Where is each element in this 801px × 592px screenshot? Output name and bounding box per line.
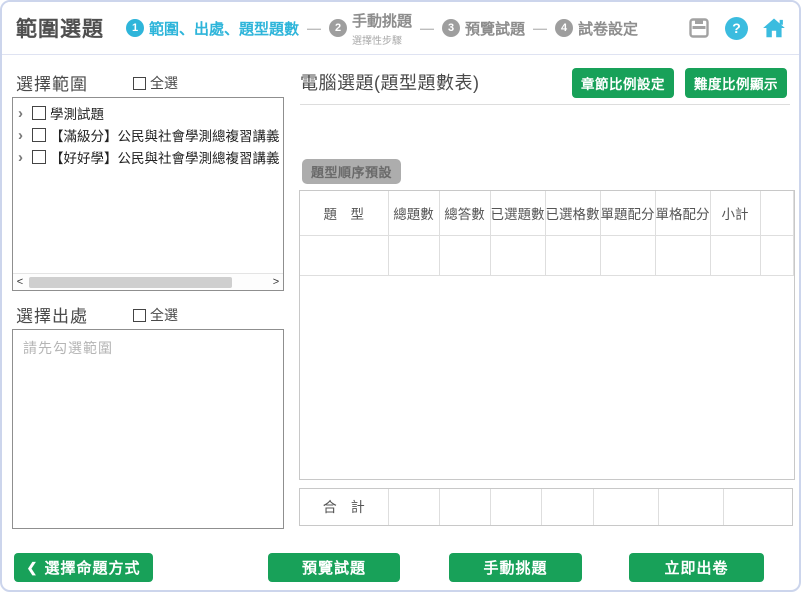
step-2-circle: 2 [329, 19, 347, 37]
table-cell [710, 235, 760, 275]
table-row [300, 235, 793, 275]
tree-item-label: 學測試題 [50, 103, 104, 123]
step-4-circle: 4 [555, 19, 573, 37]
panel-divider [300, 104, 790, 105]
total-cell [658, 489, 723, 525]
tree-item-exam[interactable]: › 學測試題 [18, 102, 283, 124]
scroll-left-arrow[interactable]: < [13, 274, 27, 291]
source-list: 請先勾選範圍 [12, 329, 284, 529]
col-selected-blanks: 已選格數 [545, 191, 600, 235]
range-tree: › 學測試題 › 【滿級分】公民與社會學測總複習講義 重點 › 【好好學】公民與… [12, 97, 284, 291]
step-separator: — [419, 20, 435, 36]
tree-item-checkbox[interactable] [32, 150, 46, 164]
table-cell [655, 235, 710, 275]
help-icon[interactable]: ? [725, 17, 748, 40]
scroll-right-arrow[interactable]: > [269, 274, 283, 291]
home-icon[interactable] [761, 15, 787, 41]
range-tree-items: › 學測試題 › 【滿級分】公民與社會學測總複習講義 重點 › 【好好學】公民與… [13, 98, 283, 168]
range-select-all-label: 全選 [150, 73, 178, 93]
range-select-all-checkbox[interactable] [133, 77, 146, 90]
question-order-preset-chip[interactable]: 題型順序預設 [302, 159, 401, 184]
tree-item-good-study[interactable]: › 【好好學】公民與社會學測總複習講義 重點 [18, 146, 283, 168]
table-cell [300, 235, 388, 275]
tree-item-label: 【好好學】公民與社會學測總複習講義 重點 [50, 147, 283, 167]
col-selected-questions: 已選題數 [490, 191, 545, 235]
total-cell [439, 489, 490, 525]
col-empty [760, 191, 793, 235]
source-select-all-label: 全選 [150, 305, 178, 325]
step-2-label: 手動挑題 [352, 10, 412, 31]
col-total-questions: 總題數 [388, 191, 439, 235]
header: 範圍選題 1 範圍、出處、題型題數 — 2 手動挑題 選擇性步驟 — 3 預覽試… [2, 2, 799, 55]
ratio-buttons: 章節比例設定 難度比例顯示 [572, 68, 787, 98]
col-score-per-question: 單題配分 [600, 191, 655, 235]
chevron-left-icon: ❮ [27, 560, 39, 576]
range-section-title: 選擇範圍 [16, 70, 88, 95]
source-select-all-checkbox[interactable] [133, 309, 146, 322]
horizontal-scrollbar: < > [13, 273, 283, 290]
table-cell [760, 235, 793, 275]
app-window: 範圍選題 1 範圍、出處、題型題數 — 2 手動挑題 選擇性步驟 — 3 預覽試… [0, 0, 801, 592]
back-button-label: 選擇命題方式 [44, 557, 140, 578]
table-header-row: 題 型 總題數 總答數 已選題數 已選格數 單題配分 單格配分 小計 [300, 191, 793, 235]
expand-icon[interactable]: › [18, 150, 28, 165]
tree-item-full-marks[interactable]: › 【滿級分】公民與社會學測總複習講義 重點 [18, 124, 283, 146]
table-cell [600, 235, 655, 275]
total-label: 合 計 [300, 489, 388, 525]
chapter-ratio-button[interactable]: 章節比例設定 [572, 68, 674, 98]
question-type-table: 題 型 總題數 總答數 已選題數 已選格數 單題配分 單格配分 小計 [299, 190, 795, 480]
total-cell [541, 489, 593, 525]
step-separator: — [306, 20, 322, 36]
computer-pick-title: 電腦選題(題型題數表) [300, 69, 480, 95]
step-1-label: 範圍、出處、題型題數 [149, 18, 299, 39]
tree-item-label: 【滿級分】公民與社會學測總複習講義 重點 [50, 125, 283, 145]
total-cell [593, 489, 658, 525]
step-1-range[interactable]: 1 範圍、出處、題型題數 [126, 18, 299, 39]
back-to-method-button[interactable]: ❮ 選擇命題方式 [14, 553, 153, 582]
save-icon[interactable] [686, 15, 712, 41]
step-3-preview[interactable]: 3 預覽試題 [442, 18, 525, 39]
expand-icon[interactable]: › [18, 128, 28, 143]
generate-paper-button[interactable]: 立即出卷 [629, 553, 764, 582]
page-title: 範圍選題 [16, 13, 104, 43]
preview-questions-button[interactable]: 預覽試題 [268, 553, 400, 582]
tree-item-checkbox[interactable] [32, 106, 46, 120]
total-cell [490, 489, 541, 525]
total-cell [723, 489, 792, 525]
step-1-circle: 1 [126, 19, 144, 37]
table-cell [388, 235, 439, 275]
scrollbar-track[interactable] [27, 276, 269, 289]
col-subtotal: 小計 [710, 191, 760, 235]
step-3-label: 預覽試題 [465, 18, 525, 39]
source-section-title: 選擇出處 [16, 302, 88, 327]
col-score-per-blank: 單格配分 [655, 191, 710, 235]
source-list-placeholder: 請先勾選範圍 [13, 330, 283, 366]
total-row: 合 計 [299, 488, 793, 526]
step-2-manual-pick[interactable]: 2 手動挑題 選擇性步驟 [329, 10, 412, 47]
table-cell [439, 235, 490, 275]
wizard-stepper: 1 範圍、出處、題型題數 — 2 手動挑題 選擇性步驟 — 3 預覽試題 — 4… [126, 10, 638, 47]
step-4-label: 試卷設定 [578, 18, 638, 39]
tree-item-checkbox[interactable] [32, 128, 46, 142]
range-select-all: 全選 [133, 73, 178, 93]
difficulty-ratio-button[interactable]: 難度比例顯示 [685, 68, 787, 98]
table-cell [545, 235, 600, 275]
total-cell [388, 489, 439, 525]
col-question-type: 題 型 [300, 191, 388, 235]
expand-icon[interactable]: › [18, 106, 28, 121]
scrollbar-thumb[interactable] [29, 277, 232, 288]
step-separator: — [532, 20, 548, 36]
col-total-answers: 總答數 [439, 191, 490, 235]
source-select-all: 全選 [133, 305, 178, 325]
step-4-paper-settings[interactable]: 4 試卷設定 [555, 18, 638, 39]
table-cell [490, 235, 545, 275]
step-2-sublabel: 選擇性步驟 [352, 32, 402, 47]
header-icons: ? [686, 15, 787, 41]
manual-pick-button[interactable]: 手動挑題 [449, 553, 582, 582]
step-3-circle: 3 [442, 19, 460, 37]
